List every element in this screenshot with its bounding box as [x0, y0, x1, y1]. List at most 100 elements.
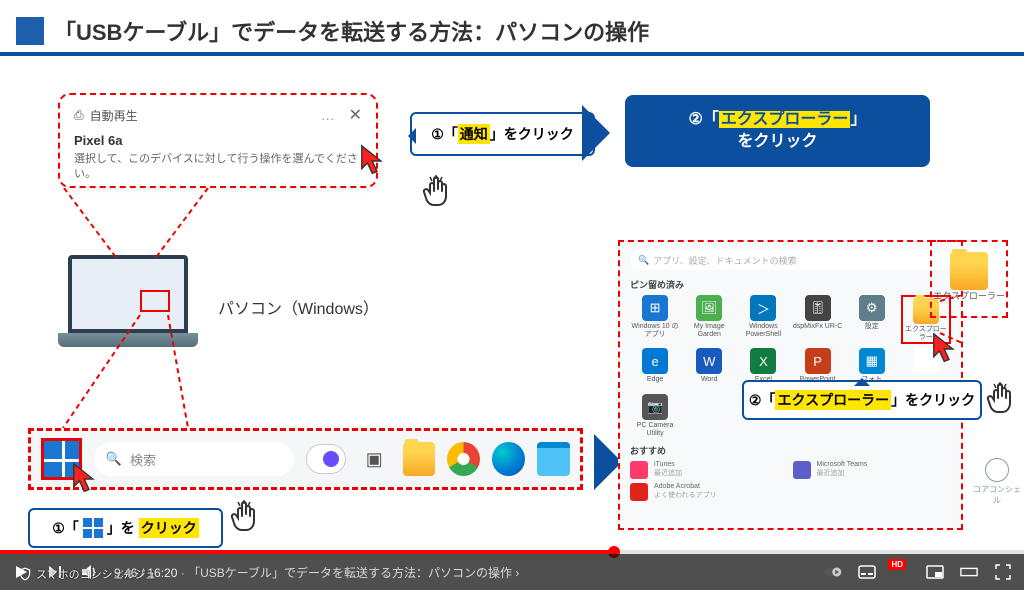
- reco-item-1[interactable]: Microsoft Teams最近追加: [793, 461, 952, 479]
- notification-header: ⎙ 自動再生 … ✕: [74, 105, 362, 125]
- usb-icon: ⎙: [74, 108, 84, 123]
- reco-label: Adobe Acrobatよく使われるアプリ: [654, 483, 717, 500]
- app-icon: ⚙: [859, 295, 885, 321]
- startmenu-app-2[interactable]: ＞ Windows PowerShell: [738, 295, 788, 344]
- video-chapter[interactable]: 「USBケーブル」でデータを転送する方法：パソコンの操作: [188, 566, 512, 580]
- arrow-icon: [582, 105, 610, 161]
- channel-name: スマホのコンシェルジュ: [36, 566, 156, 582]
- startmenu-app-7[interactable]: W Word: [684, 348, 734, 390]
- step1-target: 通知: [458, 124, 490, 144]
- app-icon: 🖼: [696, 295, 722, 321]
- windows-taskbar: 🔍 検索 ▣: [28, 428, 583, 490]
- laptop-highlight-box: [140, 290, 170, 312]
- cursor-arrow3-icon: [930, 330, 968, 368]
- app-label: PC Camera Utility: [630, 422, 680, 437]
- start-prefix: ①「: [52, 518, 79, 538]
- instruction-step-start: ①「 」を クリック: [28, 508, 223, 548]
- page-title: 「USBケーブル」でデータを転送する方法：パソコンの操作: [54, 15, 649, 47]
- startmenu-app-3[interactable]: 🎚 dspMixFx UR-C: [793, 295, 843, 344]
- fullscreen-button[interactable]: [994, 563, 1012, 581]
- chevron-right-icon: ›: [515, 566, 519, 580]
- app-icon: 🎚: [805, 295, 831, 321]
- startmenu-app-12[interactable]: 📷PC Camera Utility: [630, 394, 680, 437]
- app-label: Edge: [647, 376, 663, 390]
- laptop-screen-icon: [68, 255, 188, 333]
- autoplay-toggle[interactable]: [824, 563, 842, 581]
- title-marker-icon: [16, 17, 44, 45]
- startmenu-app-4[interactable]: ⚙設定: [847, 295, 897, 344]
- s2s-prefix: ②「: [749, 390, 776, 410]
- search-placeholder: 検索: [130, 450, 156, 469]
- instruction-step1: ①「通知」をクリック: [410, 112, 595, 156]
- taskbar-search[interactable]: 🔍 検索: [94, 442, 294, 476]
- startmenu-app-6[interactable]: e Edge: [630, 348, 680, 390]
- s2s-target: エクスプローラー: [775, 390, 891, 410]
- watermark-icon: [985, 458, 1009, 482]
- app-icon: W: [696, 348, 722, 374]
- step2-prefix: ②「: [689, 111, 719, 128]
- cursor-arrow-icon: [358, 142, 396, 180]
- instruction-step2-sub: ②「エクスプローラー」をクリック: [742, 380, 982, 420]
- tap-hand3-icon: [986, 382, 1016, 418]
- explorer-callout-label: エクスプローラー: [933, 292, 1005, 306]
- step1-action: クリック: [518, 124, 574, 144]
- tap-hand-icon: [422, 175, 452, 211]
- step2-suffix1: 」: [850, 111, 866, 128]
- taskbar-copilot-icon[interactable]: [306, 444, 346, 474]
- miniplayer-button[interactable]: [926, 563, 944, 581]
- channel-overlay: スマホのコンシェルジュ: [18, 566, 156, 582]
- startmenu-search[interactable]: 🔍 アプリ、設定、ドキュメントの検索: [630, 250, 951, 270]
- step2-target: エクスプローラー: [719, 111, 851, 128]
- settings-button[interactable]: HD: [892, 563, 910, 581]
- step2-action: クリック: [754, 133, 818, 150]
- app-icon: X: [750, 348, 776, 374]
- app-icon: e: [642, 348, 668, 374]
- step1-prefix: ①「: [431, 124, 458, 144]
- reco-label: Microsoft Teams最近追加: [817, 461, 868, 478]
- reco-item-0[interactable]: iTunes最近追加: [630, 461, 789, 479]
- startmenu-app-1[interactable]: 🖼 My Image Garden: [684, 295, 734, 344]
- app-label: Windows PowerShell: [738, 323, 788, 338]
- app-label: My Image Garden: [684, 323, 734, 338]
- connector-line-icon: [58, 188, 218, 263]
- startmenu-app-0[interactable]: ⊞Windows 10 のアプリ: [630, 295, 680, 344]
- app-label: Word: [701, 376, 718, 390]
- startmenu-search-placeholder: アプリ、設定、ドキュメントの検索: [653, 254, 796, 267]
- video-time: 9:46 / 16:20 · 「USBケーブル」でデータを転送する方法：パソコン…: [114, 564, 519, 581]
- start-action: クリック: [141, 520, 197, 536]
- notification-body: 選択して、このデバイスに対して行う操作を選んでください。: [74, 152, 362, 183]
- start-suffix: 」を: [107, 518, 135, 538]
- reco-icon: [630, 461, 648, 479]
- app-label: dspMixFx UR-C: [793, 323, 842, 337]
- watermark-text: コアコンシェル: [970, 484, 1024, 506]
- tap-hand2-icon: [230, 500, 260, 536]
- windows-logo-icon: [83, 518, 103, 538]
- search-icon: 🔍: [106, 451, 122, 467]
- reco-label: iTunes最近追加: [654, 461, 682, 478]
- step2-line2-prefix: を: [737, 133, 753, 150]
- taskbar-widgets-icon[interactable]: ▣: [358, 442, 391, 476]
- app-icon: ＞: [750, 295, 776, 321]
- shield-icon: [18, 567, 32, 581]
- taskbar-chrome-icon[interactable]: [447, 442, 480, 476]
- taskbar-notepad-icon[interactable]: [537, 442, 570, 476]
- subtitles-button[interactable]: [858, 563, 876, 581]
- pinned-label: ピン留め済み: [630, 278, 951, 291]
- s2s-action: クリック: [919, 390, 975, 410]
- reco-label: おすすめ: [630, 444, 951, 457]
- reco-item-2[interactable]: Adobe Acrobatよく使われるアプリ: [630, 483, 789, 501]
- step1-suffix: 」を: [490, 124, 518, 144]
- theater-button[interactable]: [960, 563, 978, 581]
- instruction-step2: ②「エクスプローラー」 をクリック: [625, 95, 930, 167]
- close-icon[interactable]: ✕: [349, 105, 362, 125]
- laptop-base-icon: [58, 333, 198, 347]
- reco-icon: [793, 461, 811, 479]
- autoplay-notification[interactable]: ⎙ 自動再生 … ✕ Pixel 6a 選択して、このデバイスに対して行う操作を…: [58, 93, 378, 188]
- s2s-suffix: 」を: [891, 390, 919, 410]
- more-icon[interactable]: …: [321, 107, 337, 123]
- taskbar-explorer-icon[interactable]: [403, 442, 436, 476]
- laptop-label: パソコン（Windows）: [218, 295, 379, 319]
- taskbar-edge-icon[interactable]: [492, 442, 525, 476]
- app-icon: P: [805, 348, 831, 374]
- autoplay-label: ⎙ 自動再生: [74, 107, 138, 124]
